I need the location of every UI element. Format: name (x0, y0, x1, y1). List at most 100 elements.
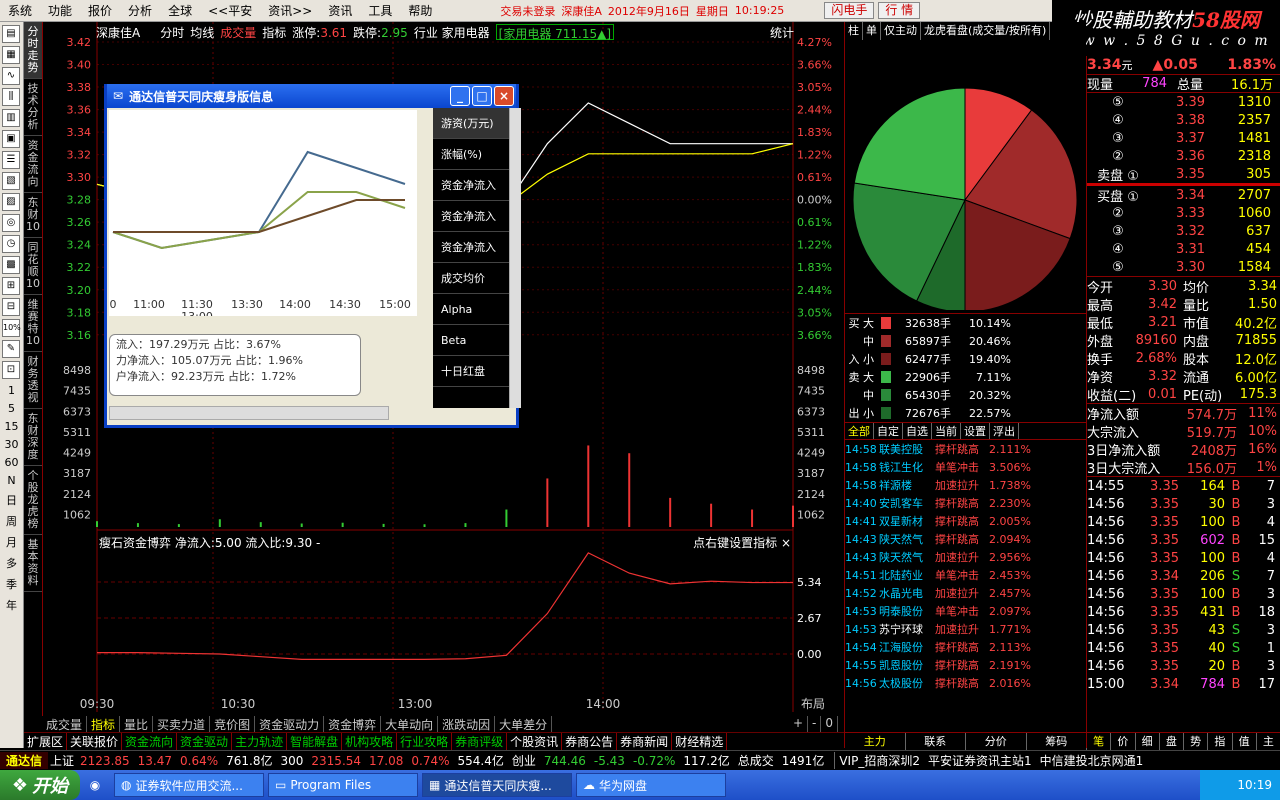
vtab-0[interactable]: 分时走势 (24, 22, 42, 79)
maximize-button[interactable]: □ (472, 86, 492, 106)
period-1[interactable]: 5 (0, 402, 23, 415)
pie-tab-2[interactable]: 仅主动 (881, 22, 921, 40)
dialog-menu-item-3[interactable]: 资金净流入 (433, 201, 509, 232)
indicator-tab-9[interactable]: 大单差分 (495, 716, 553, 732)
dialog-menu-item-6[interactable]: Alpha (433, 294, 509, 325)
indicator-tab-1[interactable]: 指标 (87, 716, 121, 732)
panel-tab-0[interactable]: 主力 (845, 733, 906, 750)
period-2[interactable]: 15 (0, 420, 23, 433)
period-8[interactable]: 月 (0, 534, 23, 550)
dialog-hscrollbar[interactable] (109, 406, 389, 420)
period-4[interactable]: 60 (0, 456, 23, 469)
tab-avg[interactable]: 均线 (190, 24, 214, 40)
pie-tab-0[interactable]: 柱 (845, 22, 863, 40)
nav-0[interactable]: 扩展区 (24, 733, 68, 750)
tray-clock[interactable]: 10:19 (1237, 778, 1272, 792)
period-11[interactable]: 年 (0, 597, 23, 613)
tool-icon-3[interactable]: ∿ (2, 67, 20, 85)
news-tab-3[interactable]: 当前 (932, 423, 961, 439)
task-tdx[interactable]: ▦ 通达信普天同庆瘦... (422, 773, 572, 797)
alert-row[interactable]: 14:43 陕天然气 加速拉升 2.956% (845, 548, 1086, 566)
news-tab-4[interactable]: 设置 (961, 423, 990, 439)
alert-row[interactable]: 14:55 凯恩股份 撑杆跳高 2.191% (845, 656, 1086, 674)
dialog-menu-item-2[interactable]: 资金净流入 (433, 170, 509, 201)
quote-tab-5[interactable]: 指 (1208, 733, 1233, 750)
alert-row[interactable]: 14:54 江海股份 撑杆跳高 2.113% (845, 638, 1086, 656)
tool-icon-12[interactable]: ▩ (2, 256, 20, 274)
menu-system[interactable]: 系统 (0, 2, 40, 19)
start-button[interactable]: ❖ 开始 (0, 770, 80, 800)
alert-row[interactable]: 14:56 太极股份 撑杆跳高 2.016% (845, 674, 1086, 692)
tool-icon-15[interactable]: ⊡ (2, 361, 20, 379)
chart-ctrl-1[interactable]: - (808, 716, 822, 732)
period-6[interactable]: 日 (0, 492, 23, 508)
alert-row[interactable]: 14:53 苏宁环球 加速拉升 1.771% (845, 620, 1086, 638)
tool-icon-7[interactable]: ☰ (2, 151, 20, 169)
chart-ctrl-0[interactable]: + (789, 716, 809, 732)
market-button[interactable]: 行 情 (878, 2, 921, 19)
nav-10[interactable]: 券商公告 (562, 733, 618, 750)
bid-row[interactable]: ② 3.33 1060 (1087, 204, 1280, 222)
alert-row[interactable]: 14:58 钱江生化 单笔冲击 3.506% (845, 458, 1086, 476)
sector-badge[interactable]: [家用电器 711.15▲] (495, 24, 615, 41)
news-tab-1[interactable]: 自定 (874, 423, 903, 439)
quote-tab-4[interactable]: 势 (1184, 733, 1209, 750)
vtab-8[interactable]: 个股龙虎榜 (24, 466, 42, 535)
ask-row[interactable]: ③ 3.37 1481 (1087, 129, 1280, 147)
dialog-titlebar[interactable]: ✉ 通达信普天同庆瘦身版信息 _ □ × (107, 84, 516, 108)
flash-trade-button[interactable]: 闪电手 (824, 2, 875, 19)
nav-6[interactable]: 机构攻略 (342, 733, 398, 750)
period-9[interactable]: 多 (0, 555, 23, 571)
pie-tab-1[interactable]: 单 (863, 22, 881, 40)
menu-quote[interactable]: 报价 (80, 2, 120, 19)
tool-icon-11[interactable]: ◷ (2, 235, 20, 253)
bid-row[interactable]: ④ 3.31 454 (1087, 240, 1280, 258)
dialog-menu-item-8[interactable]: 十日红盘 (433, 356, 509, 387)
tool-icon-6[interactable]: ▣ (2, 130, 20, 148)
close-button[interactable]: × (494, 86, 514, 106)
tab-volume[interactable]: 成交量 (220, 24, 256, 40)
tab-timeline[interactable]: 分时 (160, 24, 184, 40)
quote-tab-0[interactable]: 笔 (1087, 733, 1112, 750)
alert-row[interactable]: 14:41 双星新材 撑杆跳高 2.005% (845, 512, 1086, 530)
tool-icon-10[interactable]: ◎ (2, 214, 20, 232)
nav-9[interactable]: 个股资讯 (507, 733, 563, 750)
tool-icon-9[interactable]: ▨ (2, 193, 20, 211)
quicklaunch-icon[interactable]: ◉ (80, 778, 110, 792)
period-3[interactable]: 30 (0, 438, 23, 451)
vtab-7[interactable]: 东财深度 (24, 409, 42, 466)
vtab-1[interactable]: 技术分析 (24, 79, 42, 136)
menu-info-next[interactable]: 资讯>> (260, 2, 320, 19)
nav-4[interactable]: 主力轨迹 (232, 733, 288, 750)
vip-server[interactable]: VIP_招商深圳2 (834, 752, 924, 769)
alert-row[interactable]: 14:40 安凯客车 撑杆跳高 2.230% (845, 494, 1086, 512)
tool-icon-2[interactable]: ▦ (2, 46, 20, 64)
vtab-3[interactable]: 东财10 (24, 193, 42, 238)
task-folder[interactable]: ▭ Program Files (268, 773, 418, 797)
tool-icon-5[interactable]: ▥ (2, 109, 20, 127)
ask-row[interactable]: ② 3.36 2318 (1087, 147, 1280, 165)
alert-row[interactable]: 14:53 明泰股份 单笔冲击 2.097% (845, 602, 1086, 620)
vtab-5[interactable]: 维赛特10 (24, 295, 42, 352)
tool-icon-14[interactable]: ⊟ (2, 298, 20, 316)
menu-tools[interactable]: 工具 (360, 2, 400, 19)
quote-tab-2[interactable]: 细 (1136, 733, 1160, 750)
tdx-logo[interactable]: 通达信 (0, 752, 49, 769)
pie-tab-3[interactable]: 龙虎看盘(成交量/按所有) (921, 22, 1051, 40)
panel-tab-1[interactable]: 联系 (906, 733, 966, 750)
indicator-tab-6[interactable]: 资金博弈 (324, 716, 382, 732)
period-7[interactable]: 周 (0, 513, 23, 529)
indicator-tab-8[interactable]: 涨跌动因 (438, 716, 496, 732)
indicator-tab-3[interactable]: 买卖力道 (153, 716, 211, 732)
vtab-9[interactable]: 基本资料 (24, 535, 42, 592)
quote-tab-6[interactable]: 值 (1233, 733, 1257, 750)
server-1[interactable]: 平安证券资讯主站1 (924, 752, 1036, 769)
vtab-6[interactable]: 财务透视 (24, 352, 42, 409)
tab-indicator[interactable]: 指标 (262, 24, 286, 40)
alert-row[interactable]: 14:43 陕天然气 撑杆跳高 2.094% (845, 530, 1086, 548)
bid-row[interactable]: ⑤ 3.30 1584 (1087, 258, 1280, 276)
period-10[interactable]: 季 (0, 576, 23, 592)
tool-icon-4[interactable]: ⫼ (2, 88, 20, 106)
ask-row[interactable]: ⑤ 3.39 1310 (1087, 93, 1280, 111)
indicator-tab-4[interactable]: 竞价图 (210, 716, 256, 732)
